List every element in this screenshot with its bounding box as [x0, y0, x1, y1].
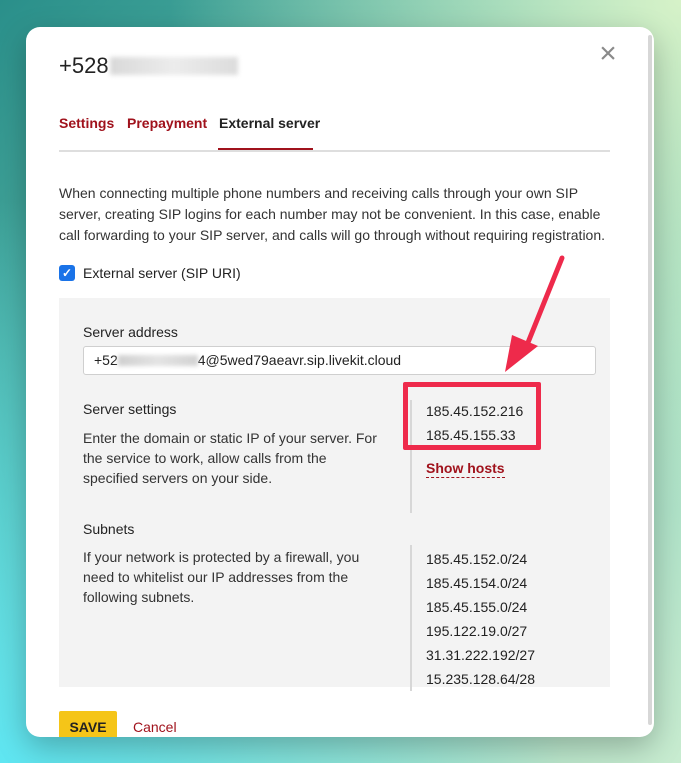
title-phone-prefix: +528: [59, 53, 109, 78]
server-settings-divider: [410, 400, 412, 513]
description-text: When connecting multiple phone numbers a…: [59, 185, 606, 243]
dialog-title: +528: [59, 53, 238, 79]
checkbox-checked-icon[interactable]: ✓: [59, 265, 75, 281]
subnet-item: 15.235.128.64/28: [426, 671, 535, 687]
server-address-suffix: 4@5wed79aeavr.sip.livekit.cloud: [197, 352, 402, 368]
tab-external-server[interactable]: External server: [219, 115, 320, 131]
server-settings-label: Server settings: [83, 401, 177, 417]
sip-settings-panel: Server address +52 4@5wed79aeavr.sip.live…: [59, 298, 610, 691]
external-server-checkbox-label: External server (SIP URI): [83, 265, 241, 281]
subnet-item: 185.45.154.0/24: [426, 575, 528, 591]
server-ip: 185.45.155.33: [426, 427, 516, 443]
show-hosts-link[interactable]: Show hosts: [426, 460, 505, 478]
close-icon[interactable]: ×: [595, 39, 621, 69]
scrollbar[interactable]: [648, 35, 652, 725]
subnet-item: 185.45.155.0/24: [426, 599, 528, 615]
tab-bar: Settings Prepayment External server: [59, 115, 610, 152]
dialog: +528 × Settings Prepayment External serv…: [26, 27, 654, 737]
server-address-prefix: +52: [94, 352, 118, 368]
tab-settings[interactable]: Settings: [59, 115, 114, 131]
save-button[interactable]: SAVE: [59, 711, 117, 737]
server-ip: 185.45.152.216: [426, 403, 524, 419]
cancel-button[interactable]: Cancel: [133, 719, 177, 735]
subnet-item: 31.31.222.192/27: [426, 647, 535, 663]
tab-prepayment[interactable]: Prepayment: [127, 115, 207, 131]
title-redacted: [109, 57, 238, 75]
subnet-item: 195.122.19.0/27: [426, 623, 528, 639]
subnets-divider: [410, 545, 412, 691]
subnets-help: If your network is protected by a firewa…: [83, 549, 360, 605]
server-settings-help: Enter the domain or static IP of your se…: [83, 430, 377, 486]
subnets-label: Subnets: [83, 521, 135, 537]
server-address-label: Server address: [83, 324, 178, 340]
server-address-redacted: [117, 355, 198, 366]
subnet-item: 185.45.152.0/24: [426, 551, 528, 567]
active-tab-indicator: [218, 148, 313, 150]
server-address-input[interactable]: +52 4@5wed79aeavr.sip.livekit.cloud: [83, 346, 596, 375]
